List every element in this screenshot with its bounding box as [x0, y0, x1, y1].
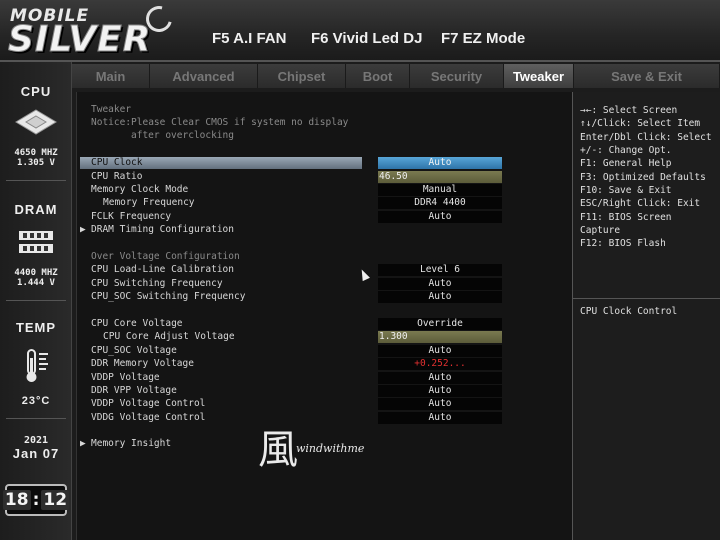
setting-ddr-memory-voltage-value[interactable]: +0.252...	[378, 358, 502, 370]
date-year: 2021	[23, 435, 49, 446]
sidebar-divider	[6, 300, 66, 301]
setting-cpu-llc-label[interactable]: CPU Load-Line Calibration	[91, 264, 234, 276]
hotkey-vivid-led-dj[interactable]: F6 Vivid Led DJ	[311, 30, 422, 47]
tab-save-exit[interactable]: Save & Exit	[574, 64, 720, 88]
setting-cpu-switching-freq-value[interactable]: Auto	[378, 278, 502, 290]
cpu-chip-icon	[15, 109, 57, 135]
watermark-name: windwithme	[296, 442, 365, 455]
clock-hours: 18	[2, 490, 31, 510]
hotkey-ez-mode[interactable]: F7 EZ Mode	[441, 30, 525, 47]
watermark-kanji: 風	[258, 427, 298, 473]
help-panel: →←: Select Screen ↑↓/Click: Select Item …	[572, 92, 720, 540]
setting-vddp-voltage-label[interactable]: VDDP Voltage	[91, 372, 160, 384]
setting-vddg-voltage-control-value[interactable]: Auto	[378, 412, 502, 424]
setting-cpu-clock-label[interactable]: CPU Clock	[91, 157, 142, 169]
date-month-day: Jan 07	[12, 446, 60, 461]
dram-voltage: 1.444 V	[17, 278, 55, 288]
setting-cpu-core-voltage-value[interactable]: Override	[378, 318, 502, 330]
setting-vddg-voltage-control-label[interactable]: VDDG Voltage Control	[91, 412, 205, 424]
help-key: F3: Optimized Defaults	[580, 172, 706, 183]
mobile-silver-logo: MOBILE SILVER	[7, 1, 188, 60]
submenu-arrow-icon: ▶	[80, 438, 86, 449]
setting-vddp-voltage-control-label[interactable]: VDDP Voltage Control	[91, 398, 205, 410]
temp-value: 23°C	[21, 395, 51, 407]
setting-memory-frequency-value[interactable]: DDR4 4400	[378, 197, 502, 209]
temp-label: TEMP	[15, 320, 57, 335]
cpu-frequency: 4650 MHZ	[14, 148, 58, 158]
setting-cpu-clock-value[interactable]: Auto	[378, 157, 502, 169]
submenu-dram-timing[interactable]: DRAM Timing Configuration	[91, 224, 234, 236]
digital-clock: 18 : 12	[2, 484, 70, 516]
section-title: Tweaker	[91, 104, 132, 115]
setting-cpu-llc-value[interactable]: Level 6	[378, 264, 502, 276]
setting-vddp-voltage-value[interactable]: Auto	[378, 372, 502, 384]
tab-tweaker[interactable]: Tweaker	[504, 64, 574, 88]
setting-cpu-core-adjust-voltage-value[interactable]: 1.300	[378, 331, 502, 343]
setting-fclk-frequency-label[interactable]: FCLK Frequency	[91, 211, 171, 223]
setting-ddr-vpp-voltage-label[interactable]: DDR VPP Voltage	[91, 385, 177, 397]
setting-cpu-core-adjust-voltage-label[interactable]: CPU Core Adjust Voltage	[103, 331, 235, 343]
clock-minutes: 12	[41, 490, 70, 510]
notice-text: Notice:Please Clear CMOS if system no di…	[91, 117, 349, 128]
tab-chipset[interactable]: Chipset	[258, 64, 346, 88]
hotkey-ai-fan[interactable]: F5 A.I FAN	[212, 30, 286, 47]
tab-boot[interactable]: Boot	[346, 64, 410, 88]
status-sidebar: CPU 4650 MHZ 1.305 V DRAM 4400 MHZ 1.444…	[0, 62, 72, 540]
logo-main-text: SILVER	[7, 19, 152, 60]
setting-cpu-ratio-label[interactable]: CPU Ratio	[91, 171, 142, 183]
submenu-memory-insight[interactable]: Memory Insight	[91, 438, 171, 450]
help-key: F12: BIOS Flash	[580, 238, 666, 249]
setting-ddr-vpp-voltage-value[interactable]: Auto	[378, 385, 502, 397]
help-key: +/-: Change Opt.	[580, 145, 672, 156]
setting-ddr-memory-voltage-label[interactable]: DDR Memory Voltage	[91, 358, 194, 370]
setting-memory-clock-mode-value[interactable]: Manual	[378, 184, 502, 196]
help-key: Capture	[580, 225, 621, 236]
setting-soc-switching-freq-value[interactable]: Auto	[378, 291, 502, 303]
help-divider	[573, 298, 720, 299]
submenu-arrow-icon: ▶	[80, 224, 86, 235]
watermark: 風 windwithme	[258, 428, 378, 472]
help-key: ↑↓/Click: Select Item	[580, 118, 701, 129]
help-key: F11: BIOS Screen	[580, 212, 672, 223]
tab-advanced[interactable]: Advanced	[150, 64, 258, 88]
help-key: F1: General Help	[580, 158, 672, 169]
settings-panel: Tweaker Notice:Please Clear CMOS if syst…	[76, 92, 572, 540]
cpu-voltage: 1.305 V	[17, 158, 55, 168]
setting-vddp-voltage-control-value[interactable]: Auto	[378, 398, 502, 410]
setting-cpu-switching-freq-label[interactable]: CPU Switching Frequency	[91, 278, 223, 290]
help-key: Enter/Dbl Click: Select	[580, 132, 712, 143]
setting-soc-switching-freq-label[interactable]: CPU_SOC Switching Frequency	[91, 291, 245, 303]
setting-memory-clock-mode-label[interactable]: Memory Clock Mode	[91, 184, 188, 196]
tab-main[interactable]: Main	[72, 64, 150, 88]
cpu-label: CPU	[20, 84, 52, 99]
tab-bar: Main Advanced Chipset Boot Security Twea…	[72, 64, 720, 88]
sidebar-divider	[6, 418, 66, 419]
clock-colon: :	[32, 490, 40, 510]
dram-frequency: 4400 MHZ	[14, 268, 58, 278]
header-bar: MOBILE SILVER F5 A.I FAN F6 Vivid Led DJ…	[0, 0, 720, 62]
setting-memory-frequency-label[interactable]: Memory Frequency	[103, 197, 195, 209]
group-over-voltage: Over Voltage Configuration	[91, 251, 240, 262]
dram-label: DRAM	[14, 202, 58, 217]
setting-fclk-frequency-value[interactable]: Auto	[378, 211, 502, 223]
dram-module-icon	[19, 231, 53, 253]
sidebar-divider	[6, 180, 66, 181]
setting-cpu-core-voltage-label[interactable]: CPU Core Voltage	[91, 318, 183, 330]
thermometer-icon	[26, 349, 48, 382]
help-key: F10: Save & Exit	[580, 185, 672, 196]
help-key: →←: Select Screen	[580, 105, 678, 116]
setting-cpu-soc-voltage-value[interactable]: Auto	[378, 345, 502, 357]
help-description: CPU Clock Control	[580, 306, 678, 317]
tab-security[interactable]: Security	[410, 64, 504, 88]
setting-cpu-ratio-value[interactable]: 46.50	[378, 171, 502, 183]
help-key: ESC/Right Click: Exit	[580, 198, 701, 209]
setting-cpu-soc-voltage-label[interactable]: CPU_SOC Voltage	[91, 345, 177, 357]
notice-text-cont: after overclocking	[131, 130, 234, 141]
